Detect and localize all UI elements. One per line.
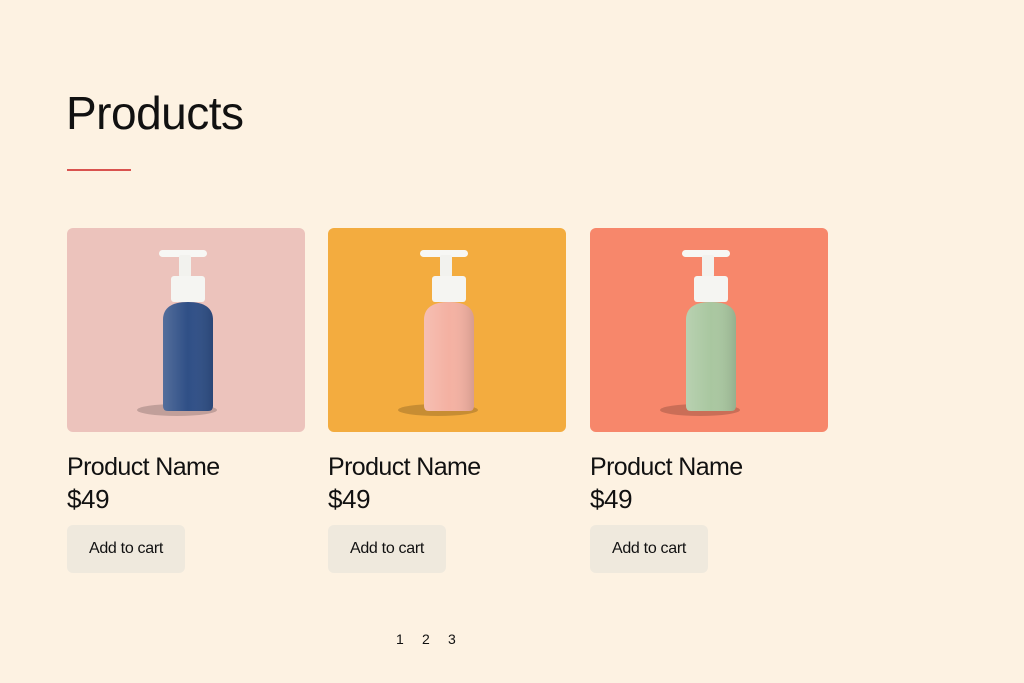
page-link-3[interactable]: 3 (448, 631, 474, 647)
pump-stem (179, 255, 191, 277)
pump-bottle-image (660, 250, 740, 416)
page-title: Products (66, 87, 244, 139)
pump-bottle-image (398, 250, 478, 416)
product-name[interactable]: Product Name (67, 452, 307, 482)
product-card: Product Name $49 Add to cart (328, 228, 568, 574)
bottle-shading (686, 302, 736, 411)
product-name[interactable]: Product Name (590, 452, 830, 482)
page-link-1[interactable]: 1 (396, 631, 422, 647)
title-underline (67, 169, 131, 171)
product-image[interactable] (328, 228, 566, 432)
product-price: $49 (590, 484, 633, 514)
product-name[interactable]: Product Name (328, 452, 568, 482)
bottle-shading (424, 302, 474, 411)
product-image[interactable] (67, 228, 305, 432)
pagination: 1 2 3 (396, 631, 474, 647)
bottle-shading (163, 302, 213, 411)
product-card: Product Name $49 Add to cart (590, 228, 830, 574)
product-image[interactable] (590, 228, 828, 432)
add-to-cart-button[interactable]: Add to cart (67, 525, 185, 574)
pump-collar (432, 276, 466, 302)
pump-collar (171, 276, 205, 302)
add-to-cart-button[interactable]: Add to cart (590, 525, 708, 574)
page-link-2[interactable]: 2 (422, 631, 448, 647)
pump-stem (440, 255, 452, 277)
pump-bottle-image (137, 250, 217, 416)
pump-collar (694, 276, 728, 302)
product-price: $49 (67, 484, 110, 514)
add-to-cart-button[interactable]: Add to cart (328, 525, 446, 574)
product-card: Product Name $49 Add to cart (67, 228, 307, 574)
product-price: $49 (328, 484, 371, 514)
pump-stem (702, 255, 714, 277)
